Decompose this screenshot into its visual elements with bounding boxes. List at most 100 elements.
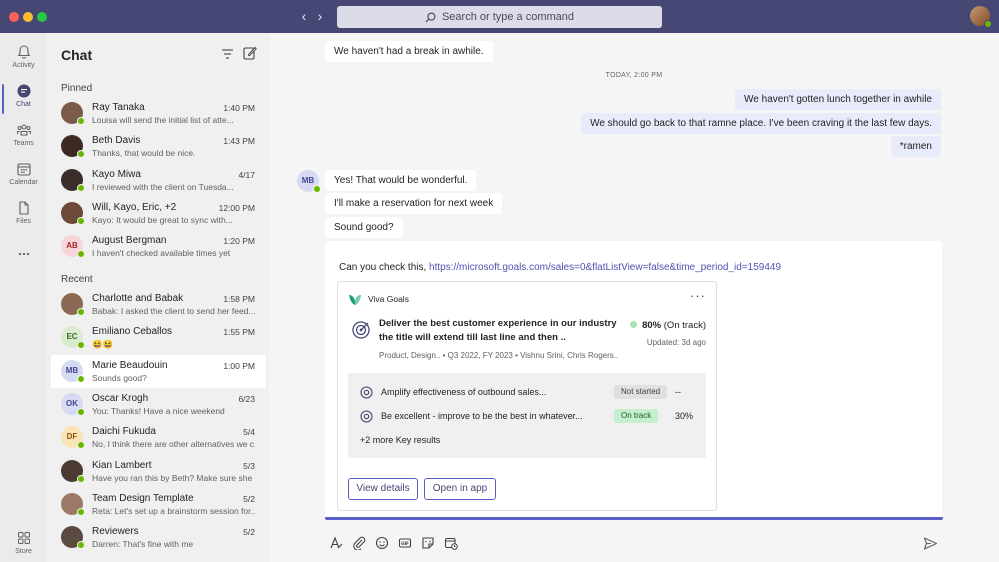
app-rail: Activity Chat Teams Calendar Files Store bbox=[0, 33, 47, 562]
avatar-initials: EC bbox=[66, 332, 78, 342]
chat-list-item[interactable]: Will, Kayo, Eric, +2 12:00 PM Kayo: It wou… bbox=[51, 197, 266, 230]
chat-list-item[interactable]: MB Marie Beaudouin 1:00 PM Sounds good? bbox=[51, 354, 266, 388]
filter-icon[interactable] bbox=[221, 48, 234, 60]
chat-time: 5/3 bbox=[243, 460, 255, 471]
rail-label: Store bbox=[15, 548, 32, 555]
title-bar: ‹ › Search or type a command bbox=[0, 0, 999, 33]
card-message: Can you check this, https://microsoft.go… bbox=[325, 241, 942, 519]
sender-avatar[interactable]: MB bbox=[297, 170, 321, 193]
chat-time: 5/4 bbox=[243, 427, 255, 438]
chat-preview: Thanks, that would be nice. bbox=[92, 148, 196, 159]
chat-list-item[interactable]: DF Daichi Fukuda 5/4 No, I think there are … bbox=[51, 421, 266, 454]
store-icon bbox=[17, 532, 30, 544]
rail-files[interactable]: Files bbox=[0, 197, 47, 235]
day-separator: TODAY, 2:00 PM bbox=[605, 72, 663, 79]
avatar bbox=[61, 526, 85, 550]
chat-name: August Bergman bbox=[92, 235, 167, 247]
chat-list-item[interactable]: Beth Davis 1:43 PM Thanks, that would be n… bbox=[51, 130, 266, 163]
sent-message: We should go back to that ramne place. I… bbox=[581, 113, 941, 134]
presence-indicator bbox=[77, 341, 85, 350]
forward-arrow-icon[interactable]: › bbox=[313, 8, 327, 24]
chat-name: Will, Kayo, Eric, +2 bbox=[92, 201, 177, 213]
avatar bbox=[61, 135, 85, 159]
rail-label: Calendar bbox=[9, 179, 38, 186]
avatar bbox=[61, 293, 85, 316]
chat-list-title: Chat bbox=[61, 47, 93, 63]
presence-indicator bbox=[77, 407, 85, 416]
conversation-pane: We haven't had a break in awhile. TODAY,… bbox=[269, 33, 999, 562]
view-details-button[interactable]: View details bbox=[348, 478, 418, 500]
chat-list-item[interactable]: Charlotte and Babak 1:58 PM Babak: I asked… bbox=[51, 288, 266, 321]
open-in-app-button[interactable]: Open in app bbox=[424, 478, 496, 500]
chat-preview: Darren: That's fine with me bbox=[92, 539, 194, 550]
minimize-window-button[interactable] bbox=[23, 12, 33, 22]
presence-indicator bbox=[77, 183, 85, 192]
chat-list-item[interactable]: OK Oscar Krogh 6/23 You: Thanks! Have a nic… bbox=[51, 388, 266, 421]
avatar: MB bbox=[61, 359, 85, 383]
rail-chat[interactable]: Chat bbox=[0, 80, 47, 118]
rail-store[interactable]: Store bbox=[0, 527, 47, 562]
avatar-initials: OK bbox=[66, 398, 78, 408]
key-result-row[interactable]: Amplify effectiveness of outbound sales.… bbox=[348, 382, 706, 402]
chat-time: 6/23 bbox=[238, 393, 255, 404]
chat-list-item[interactable]: Kian Lambert 5/3 Have you ran this by Beth… bbox=[51, 455, 266, 488]
chat-list-item[interactable]: AB August Bergman 1:20 PM I haven't checked… bbox=[51, 230, 266, 263]
chat-name: Reviewers bbox=[92, 526, 139, 538]
more-options-icon[interactable]: ··· bbox=[690, 288, 706, 303]
avatar: EC bbox=[61, 326, 85, 350]
presence-indicator bbox=[77, 216, 85, 225]
chat-list-item[interactable]: Ray Tanaka 1:40 PM Louisa will send the in… bbox=[51, 97, 266, 130]
objective-title[interactable]: Deliver the best customer experience in … bbox=[379, 317, 619, 345]
sent-message: *ramen bbox=[890, 136, 941, 157]
emoji-icon[interactable] bbox=[375, 536, 389, 550]
key-result-row[interactable]: Be excellent - improve to be the best in… bbox=[348, 406, 706, 426]
message-bubble: We haven't had a break in awhile. bbox=[325, 41, 493, 62]
teams-icon bbox=[16, 124, 31, 136]
chat-list-item[interactable]: EC Emiliano Ceballos 1:55 PM 😆😆 bbox=[51, 321, 266, 354]
chat-preview: Reta: Let's set up a brainstorm session … bbox=[92, 505, 255, 516]
key-result-text: Be excellent - improve to be the best in… bbox=[381, 411, 583, 421]
format-icon[interactable] bbox=[329, 536, 343, 550]
key-result-value: -- bbox=[675, 387, 681, 397]
compose-box-underline[interactable] bbox=[325, 517, 943, 520]
rail-more[interactable] bbox=[0, 243, 47, 281]
rail-teams[interactable]: Teams bbox=[0, 119, 47, 157]
send-icon[interactable] bbox=[923, 536, 938, 551]
chat-list-item[interactable]: Reviewers 5/2 Darren: That's fine with me bbox=[51, 521, 266, 554]
presence-indicator bbox=[77, 474, 85, 483]
more-key-results-link[interactable]: +2 more Key results bbox=[360, 435, 440, 445]
more-icon bbox=[18, 252, 29, 256]
chat-name: Emiliano Ceballos bbox=[92, 326, 173, 338]
objective-target-icon bbox=[352, 321, 370, 339]
avatar-initials: MB bbox=[65, 365, 79, 375]
chat-list-item[interactable]: Kayo Miwa 4/17 I reviewed with the client … bbox=[51, 164, 266, 197]
rail-calendar[interactable]: Calendar bbox=[0, 158, 47, 196]
close-window-button[interactable] bbox=[9, 12, 19, 22]
chat-preview: Sounds good? bbox=[92, 372, 147, 383]
presence-indicator bbox=[77, 117, 85, 125]
chat-list-item[interactable]: Team Design Template 5/2 Reta: Let's set u… bbox=[51, 488, 266, 521]
chat-time: 1:43 PM bbox=[223, 136, 255, 147]
rail-activity[interactable]: Activity bbox=[0, 41, 47, 79]
objective-progress: 80% (On track) bbox=[630, 320, 706, 331]
new-chat-icon[interactable] bbox=[243, 46, 257, 60]
gif-icon[interactable]: GIF bbox=[398, 536, 412, 550]
chat-name: Ray Tanaka bbox=[92, 102, 145, 113]
chat-time: 12:00 PM bbox=[218, 202, 255, 213]
chat-preview: Babak: I asked the client to send her fe… bbox=[92, 306, 255, 316]
schedule-meeting-icon[interactable] bbox=[444, 536, 458, 550]
goal-link[interactable]: https://microsoft.goals.com/sales=0&flat… bbox=[429, 262, 781, 273]
chat-preview: Louisa will send the initial list of att… bbox=[92, 115, 234, 125]
avatar: OK bbox=[61, 392, 85, 416]
attach-icon[interactable] bbox=[352, 536, 366, 550]
sticker-icon[interactable] bbox=[421, 536, 435, 550]
viva-goals-card: Viva Goals ··· Deliver the best customer… bbox=[337, 281, 717, 511]
zoom-window-button[interactable] bbox=[37, 12, 47, 22]
profile-avatar[interactable] bbox=[970, 6, 992, 28]
search-bar[interactable]: Search or type a command bbox=[337, 6, 662, 28]
file-icon bbox=[18, 201, 29, 215]
back-arrow-icon[interactable]: ‹ bbox=[297, 8, 311, 24]
chat-name: Daichi Fukuda bbox=[92, 426, 156, 438]
chat-preview: No, I think there are other alternatives… bbox=[92, 439, 255, 450]
chat-preview: 😆😆 bbox=[92, 339, 114, 350]
